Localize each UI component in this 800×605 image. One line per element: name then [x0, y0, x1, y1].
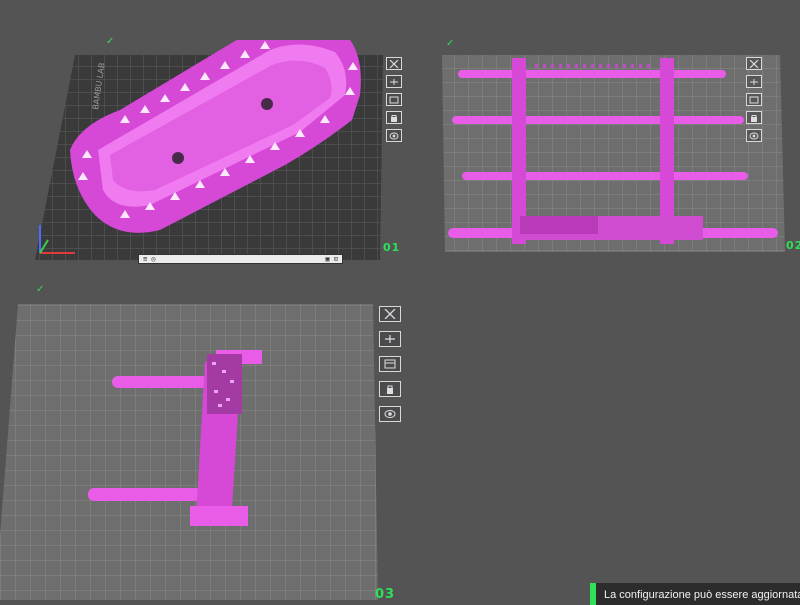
plate-01-toolbar — [386, 57, 402, 142]
plate-01[interactable]: BAMBU LAB ✓ 01 — [0, 36, 401, 270]
plate-bar-right[interactable]: ▣ ⊡ — [325, 255, 338, 263]
plate-bar-left[interactable]: ≡ ◎ — [143, 255, 156, 263]
plate-03-check-icon: ✓ — [36, 284, 45, 295]
auto-arrange-icon[interactable] — [386, 75, 402, 88]
plate-02-check-icon: ✓ — [446, 38, 455, 49]
arrange-icon[interactable] — [746, 93, 762, 106]
plate-01-bar[interactable]: ≡ ◎ ▣ ⊡ — [138, 254, 343, 264]
plate-02-number: 02 — [786, 239, 800, 252]
plate-03[interactable]: ✓ 03 — [0, 284, 400, 602]
auto-arrange-icon[interactable] — [746, 75, 762, 88]
arrange-icon[interactable] — [386, 93, 402, 106]
eye-icon[interactable] — [386, 129, 402, 142]
auto-arrange-icon[interactable] — [379, 331, 401, 347]
plate-03-toolbar — [379, 306, 401, 422]
notification-toast[interactable]: La configurazione può essere aggiornata — [590, 583, 800, 605]
plate-01-check-icon: ✓ — [106, 36, 115, 47]
notification-text: La configurazione può essere aggiornata — [604, 589, 800, 601]
eye-icon[interactable] — [746, 129, 762, 142]
arrange-icon[interactable] — [379, 356, 401, 372]
plate-02-toolbar — [746, 57, 762, 142]
lock-icon[interactable] — [379, 381, 401, 397]
plate-01-number: 01 — [383, 241, 401, 254]
close-icon[interactable] — [386, 57, 402, 70]
close-icon[interactable] — [379, 306, 401, 322]
close-icon[interactable] — [746, 57, 762, 70]
lock-icon[interactable] — [746, 111, 762, 124]
lock-icon[interactable] — [386, 111, 402, 124]
eye-icon[interactable] — [379, 406, 401, 422]
